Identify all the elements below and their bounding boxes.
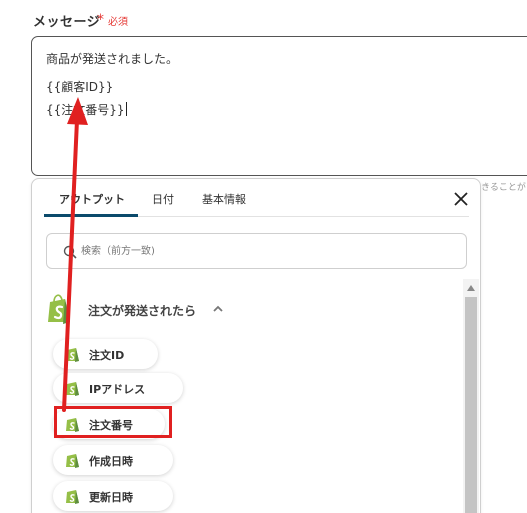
active-tab-indicator: [44, 214, 138, 217]
highlight-box-annotation: [54, 406, 172, 438]
tab-basic-info[interactable]: 基本情報: [202, 191, 246, 207]
tab-date[interactable]: 日付: [152, 191, 174, 207]
output-item-label: IPアドレス: [89, 383, 146, 396]
scroll-up-arrow-icon[interactable]: [467, 285, 475, 291]
output-item-label: 注文ID: [89, 349, 125, 362]
scrollbar-thumb[interactable]: [465, 297, 477, 513]
chevron-up-icon[interactable]: [212, 303, 224, 315]
shopify-icon: [48, 294, 70, 324]
output-item-2[interactable]: IPアドレス: [53, 373, 183, 403]
output-item-label: 更新日時: [89, 491, 133, 504]
output-item-label: 作成日時: [89, 455, 133, 468]
close-button[interactable]: [451, 189, 471, 209]
shopify-icon: [66, 454, 79, 468]
message-line-3: {{注文番号}}: [46, 101, 127, 118]
shopify-icon: [66, 382, 79, 396]
shopify-icon: [66, 490, 79, 504]
output-item-5[interactable]: 更新日時: [53, 481, 173, 511]
message-textarea[interactable]: 商品が発送されました。 {{顧客ID}} {{注文番号}}: [31, 36, 527, 176]
required-star: *: [97, 12, 104, 28]
search-icon: [63, 245, 77, 259]
required-label: 必須: [108, 17, 128, 28]
trigger-group-header[interactable]: 注文が発送されたら: [46, 293, 246, 325]
message-line-1: 商品が発送されました。: [46, 52, 179, 66]
close-icon: [454, 192, 468, 206]
shopify-icon: [66, 348, 79, 362]
search-input[interactable]: [81, 242, 451, 260]
trigger-group-label: 注文が発送されたら: [88, 304, 197, 318]
tab-output[interactable]: アウトプット: [59, 191, 125, 207]
message-line-3-text: {{注文番号}}: [46, 103, 125, 117]
variable-picker-popup: アウトプット 日付 基本情報 注文が発送されたら: [31, 178, 481, 513]
message-line-2: {{顧客ID}}: [46, 80, 114, 94]
message-field-label: メッセージ: [33, 15, 101, 30]
output-item-1[interactable]: 注文ID: [53, 339, 158, 369]
screen: メッセージ * 必須 商品が発送されました。 {{顧客ID}} {{注文番号}}…: [0, 0, 527, 513]
search-box[interactable]: [46, 233, 467, 269]
output-item-4[interactable]: 作成日時: [53, 445, 173, 475]
hint-text-fragment: きることが: [481, 183, 526, 193]
text-caret: [125, 102, 127, 116]
scrollbar[interactable]: [463, 279, 479, 513]
